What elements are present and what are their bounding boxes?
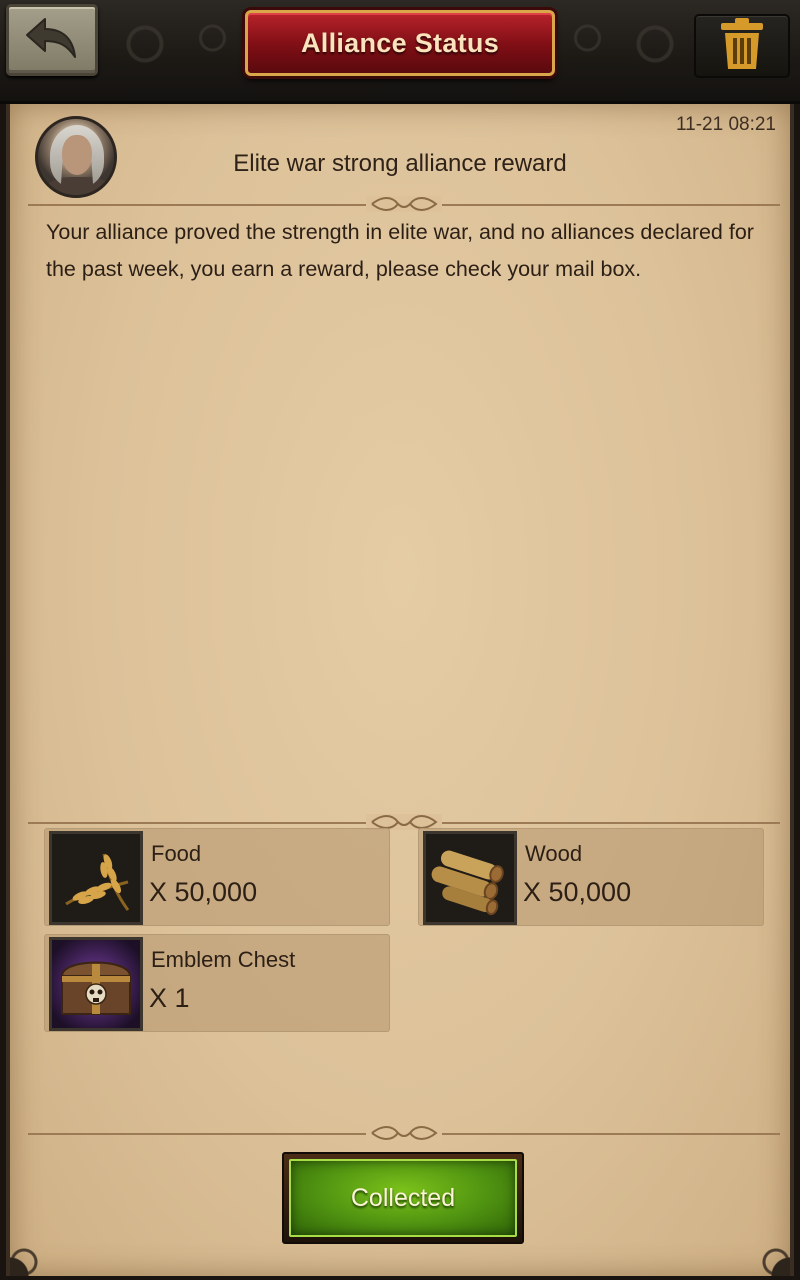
mail-panel: 11-21 08:21 Elite war strong alliance re… [6, 104, 794, 1276]
trash-icon [717, 17, 767, 76]
reward-quantity: X 50,000 [523, 877, 632, 907]
reward-name: Wood [525, 841, 583, 866]
mail-body: Your alliance proved the strength in eli… [46, 220, 754, 281]
title-banner: Alliance Status [245, 10, 555, 76]
divider [28, 1125, 780, 1141]
reward-item-emblem-chest[interactable]: Emblem Chest X 1 [44, 934, 390, 1032]
reward-quantity: X 50,000 [149, 877, 258, 907]
page-title: Alliance Status [300, 27, 500, 58]
divider [28, 814, 780, 830]
collected-button[interactable]: Collected [282, 1152, 524, 1244]
reward-name: Emblem Chest [151, 947, 296, 972]
mail-subject: Elite war strong alliance reward [233, 150, 567, 177]
top-bar: Alliance Status [0, 0, 800, 104]
reward-quantity: X 1 [149, 983, 190, 1013]
back-arrow-icon [23, 15, 81, 66]
logs-icon [423, 831, 517, 925]
reward-item-food[interactable]: Food X 50,000 [44, 828, 390, 926]
reward-name: Food [151, 841, 202, 866]
reward-item-wood[interactable]: Wood X 50,000 [418, 828, 764, 926]
header-ornament [100, 14, 250, 74]
divider [28, 196, 780, 212]
header-ornament [550, 14, 700, 74]
wheat-icon [49, 831, 143, 925]
back-button[interactable] [6, 4, 98, 76]
collected-button-label: Collected [350, 1183, 456, 1212]
corner-ornament [730, 1216, 790, 1276]
chest-icon [49, 937, 143, 1031]
corner-ornament [10, 1216, 70, 1276]
mail-timestamp: 11-21 08:21 [675, 114, 776, 135]
delete-button[interactable] [694, 14, 790, 78]
